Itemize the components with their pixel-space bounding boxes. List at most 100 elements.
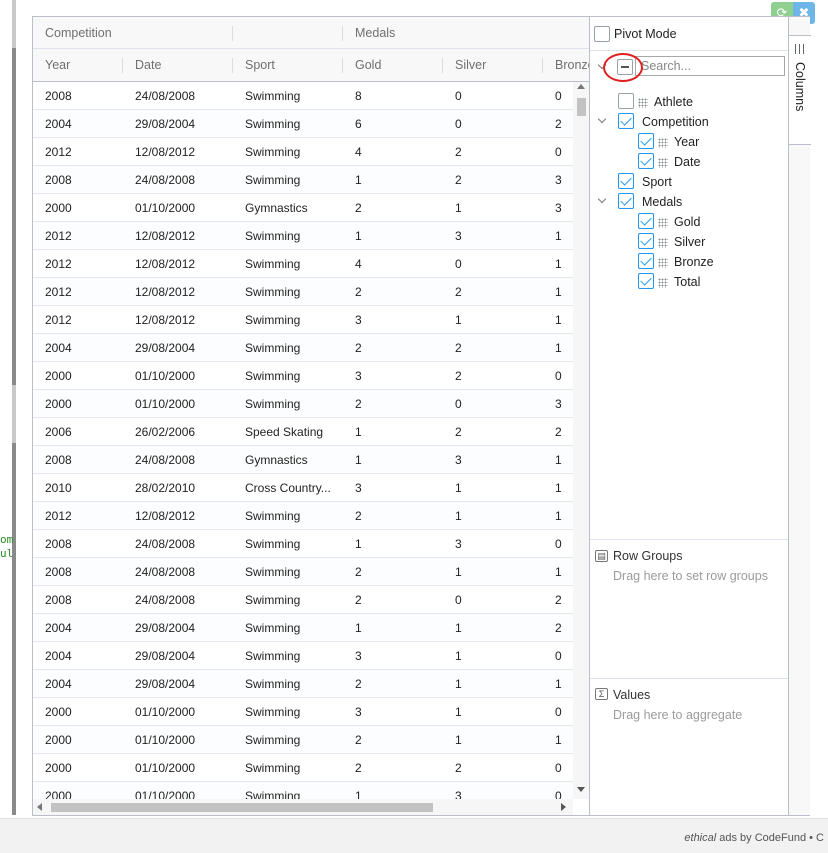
column-header-gold[interactable]: Gold	[343, 49, 443, 82]
table-row[interactable]: 2004 29/08/2004 Swimming 6 0 2	[33, 110, 573, 138]
table-row[interactable]: 2000 01/10/2000 Swimming 3 2 0	[33, 362, 573, 390]
cell-gold: 1	[355, 173, 362, 187]
cell-year: 2000	[45, 733, 72, 747]
horizontal-scroll-thumb[interactable]	[51, 803, 433, 812]
section-divider	[590, 539, 788, 540]
cell-date: 24/08/2008	[135, 593, 196, 607]
cell-bronze: 2	[555, 621, 562, 635]
table-row[interactable]: 2000 01/10/2000 Swimming 3 1 0	[33, 698, 573, 726]
cell-bronze: 1	[555, 257, 562, 271]
drag-handle-icon[interactable]	[638, 98, 648, 108]
column-checkbox-bronze[interactable]	[638, 253, 654, 269]
table-row[interactable]: 2000 01/10/2000 Swimming 2 0 3	[33, 390, 573, 418]
table-row[interactable]: 2012 12/08/2012 Swimming 3 1 1	[33, 306, 573, 334]
cell-bronze: 0	[555, 369, 562, 383]
cell-silver: 0	[455, 593, 462, 607]
group-chevron-icon[interactable]	[597, 114, 607, 124]
drag-handle-icon[interactable]	[658, 158, 668, 168]
column-search-input[interactable]	[635, 56, 785, 76]
table-row[interactable]: 2012 12/08/2012 Swimming 4 2 0	[33, 138, 573, 166]
table-row[interactable]: 2000 01/10/2000 Swimming 1 3 0	[33, 782, 573, 799]
drag-handle-icon[interactable]	[658, 278, 668, 288]
cell-gold: 2	[355, 285, 362, 299]
sigma-icon: Σ	[595, 688, 608, 700]
scroll-down-arrow-icon[interactable]	[577, 787, 585, 792]
cell-gold: 3	[355, 705, 362, 719]
column-checkbox-gold[interactable]	[638, 213, 654, 229]
cell-gold: 6	[355, 117, 362, 131]
table-row[interactable]: 2004 29/08/2004 Swimming 1 1 2	[33, 614, 573, 642]
table-row[interactable]: 2004 29/08/2004 Swimming 3 1 0	[33, 642, 573, 670]
group-header-medals[interactable]: Medals	[343, 17, 589, 49]
column-checkbox-sport[interactable]	[618, 173, 634, 189]
cell-gold: 4	[355, 145, 362, 159]
cell-bronze: 0	[555, 145, 562, 159]
pivot-mode-checkbox[interactable]	[594, 26, 610, 42]
group-header-competition[interactable]: Competition	[33, 17, 233, 49]
cell-silver: 1	[455, 649, 462, 663]
table-row[interactable]: 2012 12/08/2012 Swimming 2 1 1	[33, 502, 573, 530]
ad-credit[interactable]: ethical ads by CodeFund • C	[684, 832, 824, 844]
vertical-scroll-thumb[interactable]	[577, 98, 586, 116]
table-row[interactable]: 2012 12/08/2012 Swimming 4 0 1	[33, 250, 573, 278]
column-checkbox-competition[interactable]	[618, 113, 634, 129]
drag-handle-icon[interactable]	[658, 238, 668, 248]
cell-silver: 0	[455, 257, 462, 271]
pivot-mode-row[interactable]: Pivot Mode	[590, 17, 788, 51]
column-checkbox-medals[interactable]	[618, 193, 634, 209]
cell-gold: 2	[355, 761, 362, 775]
table-row[interactable]: 2000 01/10/2000 Swimming 2 2 0	[33, 754, 573, 782]
cell-sport: Swimming	[245, 677, 301, 691]
column-header-date[interactable]: Date	[123, 49, 233, 82]
table-row[interactable]: 2008 24/08/2008 Swimming 2 0 2	[33, 586, 573, 614]
drag-handle-icon[interactable]	[658, 218, 668, 228]
drag-handle-icon[interactable]	[658, 258, 668, 268]
table-row[interactable]: 2012 12/08/2012 Swimming 2 2 1	[33, 278, 573, 306]
scroll-left-arrow-icon[interactable]	[37, 803, 42, 811]
cell-bronze: 0	[555, 705, 562, 719]
table-row[interactable]: 2000 01/10/2000 Gymnastics 2 1 3	[33, 194, 573, 222]
table-row[interactable]: 2008 24/08/2008 Swimming 1 2 3	[33, 166, 573, 194]
column-checkbox-year[interactable]	[638, 133, 654, 149]
cell-year: 2012	[45, 145, 72, 159]
column-checkbox-silver[interactable]	[638, 233, 654, 249]
cell-silver: 0	[455, 89, 462, 103]
column-header-bronze[interactable]: Bronze	[543, 49, 589, 82]
table-row[interactable]: 2000 01/10/2000 Swimming 2 1 1	[33, 726, 573, 754]
cell-gold: 2	[355, 593, 362, 607]
cell-date: 29/08/2004	[135, 341, 196, 355]
column-header-sport[interactable]: Sport	[233, 49, 343, 82]
table-row[interactable]: 2006 26/02/2006 Speed Skating 1 2 2	[33, 418, 573, 446]
values-drop-zone[interactable]: Drag here to aggregate	[613, 708, 742, 722]
column-header-silver[interactable]: Silver	[443, 49, 543, 82]
column-header-year[interactable]: Year	[33, 49, 123, 82]
cell-gold: 1	[355, 425, 362, 439]
table-row[interactable]: 2010 28/02/2010 Cross Country... 3 1 1	[33, 474, 573, 502]
horizontal-scrollbar[interactable]	[33, 799, 573, 815]
column-checkbox-total[interactable]	[638, 273, 654, 289]
cell-year: 2012	[45, 313, 72, 327]
scroll-up-arrow-icon[interactable]	[577, 84, 585, 89]
table-row[interactable]: 2004 29/08/2004 Swimming 2 2 1	[33, 334, 573, 362]
cell-year: 2004	[45, 649, 72, 663]
drag-handle-icon[interactable]	[658, 138, 668, 148]
table-row[interactable]: 2008 24/08/2008 Swimming 1 3 0	[33, 530, 573, 558]
table-row[interactable]: 2012 12/08/2012 Swimming 1 3 1	[33, 222, 573, 250]
table-row[interactable]: 2008 24/08/2008 Swimming 8 0 0	[33, 82, 573, 110]
row-groups-drop-zone[interactable]: Drag here to set row groups	[613, 569, 768, 583]
columns-tab-button[interactable]: Columns	[789, 35, 811, 145]
cell-sport: Swimming	[245, 285, 301, 299]
editor-edge-segment	[12, 385, 16, 443]
cell-year: 2008	[45, 453, 72, 467]
table-row[interactable]: 2004 29/08/2004 Swimming 2 1 1	[33, 670, 573, 698]
cell-sport: Swimming	[245, 537, 301, 551]
column-checkbox-date[interactable]	[638, 153, 654, 169]
cell-date: 01/10/2000	[135, 397, 196, 411]
table-row[interactable]: 2008 24/08/2008 Gymnastics 1 3 1	[33, 446, 573, 474]
group-chevron-icon[interactable]	[597, 194, 607, 204]
column-checkbox-athlete[interactable]	[618, 93, 634, 109]
table-row[interactable]: 2008 24/08/2008 Swimming 2 1 1	[33, 558, 573, 586]
vertical-scrollbar[interactable]	[573, 82, 589, 799]
scroll-right-arrow-icon[interactable]	[561, 803, 566, 811]
cell-silver: 2	[455, 145, 462, 159]
